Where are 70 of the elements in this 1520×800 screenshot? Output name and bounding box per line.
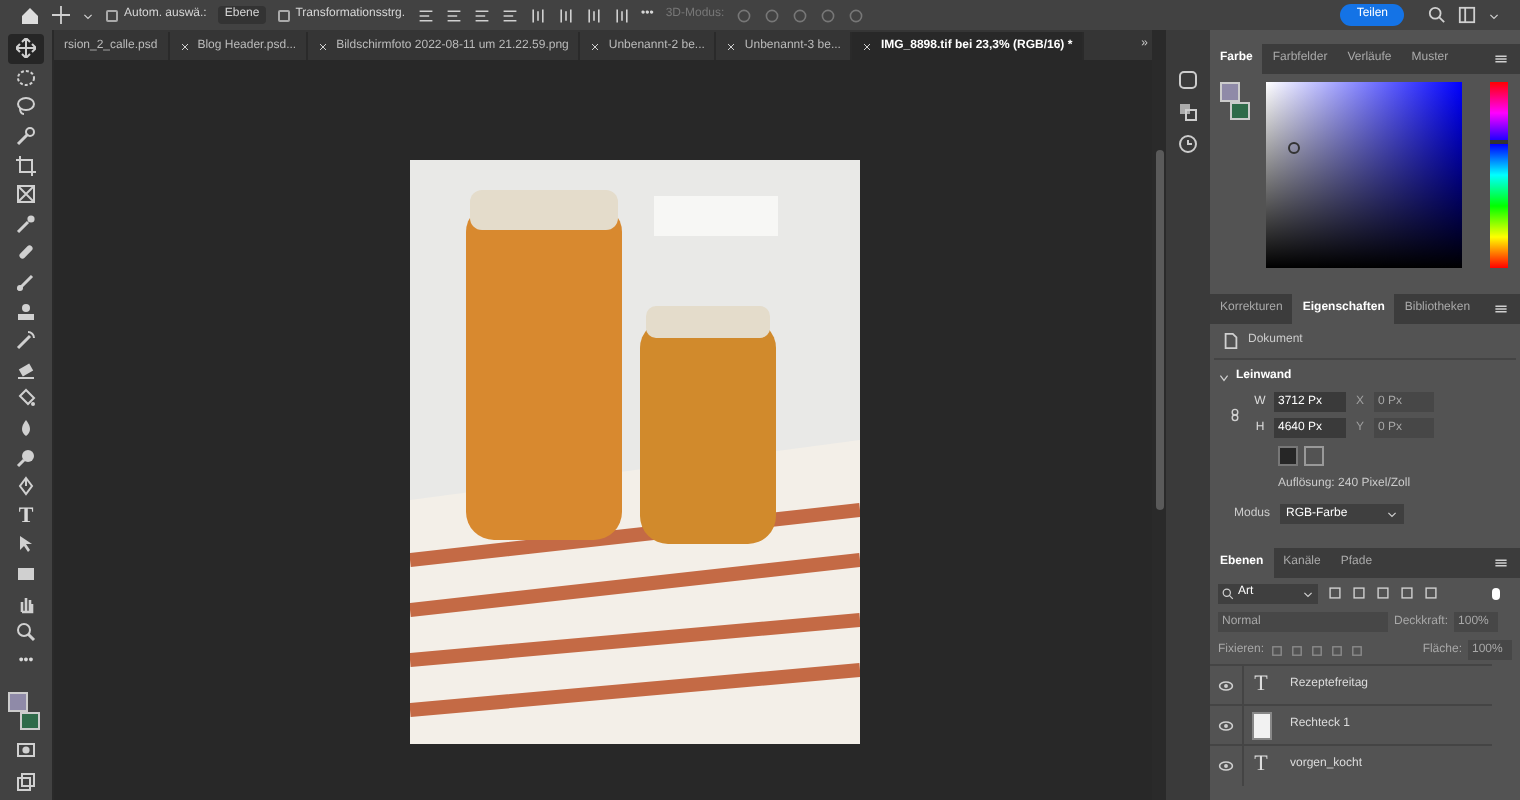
paint-bucket-icon[interactable]: [16, 388, 36, 409]
elliptical-marquee-icon[interactable]: [16, 67, 36, 88]
close-icon[interactable]: [318, 41, 329, 51]
checkbox[interactable]: [277, 9, 290, 21]
search-icon[interactable]: [1428, 6, 1446, 24]
frame-icon[interactable]: [16, 184, 36, 205]
lasso-icon[interactable]: [16, 96, 36, 117]
dodge-icon[interactable]: [16, 447, 36, 468]
align-bottom-icon[interactable]: [585, 7, 602, 23]
screen-mode-icon[interactable]: [16, 772, 36, 793]
close-icon[interactable]: [726, 41, 737, 51]
stamp-icon[interactable]: [16, 301, 36, 322]
panel-menu-icon[interactable]: [1494, 302, 1508, 316]
type-tool[interactable]: T: [8, 501, 44, 531]
caret-icon: [1386, 508, 1399, 520]
pointer-icon[interactable]: [16, 534, 36, 555]
window-layout-icon[interactable]: [1458, 6, 1476, 24]
color-picker-ring[interactable]: [1288, 142, 1300, 154]
document-icon: [1222, 332, 1240, 350]
align-middle-icon[interactable]: [557, 7, 574, 23]
close-icon[interactable]: [179, 41, 190, 51]
align-top-icon[interactable]: [529, 7, 546, 23]
caret-icon: [1488, 9, 1500, 21]
eye-icon[interactable]: [1218, 677, 1234, 693]
rectangle-icon[interactable]: [16, 563, 36, 584]
color-field[interactable]: [1266, 82, 1462, 268]
panel-menu-icon[interactable]: [1494, 52, 1508, 66]
wand-icon[interactable]: [16, 126, 36, 147]
eyedropper-icon[interactable]: [16, 213, 36, 234]
landscape-button[interactable]: [1304, 446, 1324, 466]
caret-icon: [1302, 587, 1314, 599]
checkbox[interactable]: [106, 9, 118, 21]
text-layer-glyph: T: [1254, 750, 1268, 781]
drop-icon[interactable]: [16, 418, 36, 439]
foreground-color-swatch[interactable]: [1220, 82, 1240, 102]
selected-tool[interactable]: [8, 34, 44, 64]
zoom-icon[interactable]: [16, 622, 36, 643]
align-right-icon[interactable]: [473, 7, 490, 23]
search-icon: [1222, 587, 1234, 599]
distribute-vertical-icon[interactable]: [613, 7, 630, 23]
portrait-button[interactable]: [1278, 446, 1298, 466]
home-icon[interactable]: [20, 5, 40, 25]
background-color-swatch[interactable]: [20, 712, 40, 731]
caret-icon: [82, 9, 94, 21]
filter-toggle[interactable]: [1492, 587, 1500, 599]
align-center-icon[interactable]: [445, 7, 462, 23]
background-color-swatch[interactable]: [1230, 102, 1250, 120]
align-left-icon[interactable]: [417, 7, 434, 23]
palette-icon[interactable]: [1178, 70, 1198, 90]
scrollbar-thumb[interactable]: [1155, 150, 1163, 510]
eye-icon[interactable]: [1218, 757, 1234, 773]
close-icon[interactable]: [590, 41, 601, 51]
history-icon[interactable]: [1178, 134, 1198, 154]
eye-icon[interactable]: [1218, 717, 1234, 733]
crop-icon[interactable]: [16, 155, 36, 176]
chevron-icon[interactable]: [1218, 371, 1230, 383]
swatches-icon[interactable]: [1178, 102, 1198, 122]
hue-slider-thumb[interactable]: [1490, 139, 1508, 144]
foreground-color-swatch[interactable]: [8, 692, 28, 713]
link-icon[interactable]: [1228, 404, 1242, 426]
close-icon[interactable]: [862, 41, 873, 51]
layer-thumbnail: [1251, 711, 1271, 739]
hue-slider[interactable]: [1490, 82, 1508, 268]
pen-icon[interactable]: [16, 476, 36, 497]
eraser-icon[interactable]: [16, 359, 36, 380]
distribute-icon[interactable]: [501, 7, 518, 23]
history-brush-icon[interactable]: [16, 330, 36, 351]
quick-mask-icon[interactable]: [16, 740, 36, 761]
panel-menu-icon[interactable]: [1494, 556, 1508, 570]
text-layer-glyph: T: [1254, 670, 1268, 701]
